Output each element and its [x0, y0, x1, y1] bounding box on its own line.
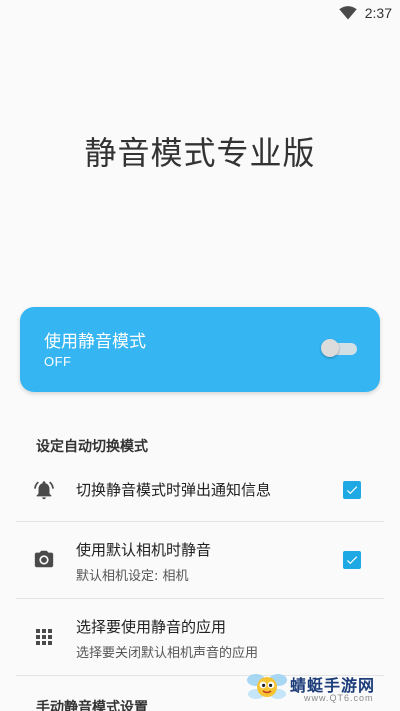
setting-title-camera: 使用默认相机时静音 — [76, 541, 212, 559]
camera-icon — [33, 548, 55, 570]
checkbox-notify[interactable] — [343, 481, 361, 499]
setting-title-notify: 切换静音模式时弹出通知信息 — [76, 481, 272, 499]
setting-title-apps: 选择要使用静音的应用 — [76, 618, 227, 636]
silent-mode-toggle-card[interactable]: 使用静音模式 OFF — [20, 307, 380, 392]
status-bar: 2:37 — [0, 0, 400, 26]
app-title: 静音模式专业版 — [84, 134, 316, 172]
status-time: 2:37 — [364, 5, 392, 21]
checkbox-camera[interactable] — [343, 551, 361, 569]
silent-mode-label: 使用静音模式 — [44, 332, 146, 352]
grid-apps-icon — [33, 626, 55, 648]
bell-icon — [33, 479, 55, 501]
section-header-manual: 手动静音模式设置 — [36, 700, 148, 711]
silent-mode-state: OFF — [44, 354, 72, 369]
wifi-icon — [339, 6, 357, 20]
switch-thumb — [321, 339, 339, 357]
silent-mode-switch[interactable] — [321, 339, 357, 357]
setting-subtitle-camera: 默认相机设定: 相机 — [76, 569, 189, 584]
setting-row-camera[interactable]: 使用默认相机时静音 默认相机设定: 相机 — [16, 522, 384, 598]
watermark: 蜻蜓手游网 www.QT6.com — [244, 668, 394, 708]
setting-row-notify[interactable]: 切换静音模式时弹出通知信息 — [16, 466, 384, 522]
watermark-url: www.QT6.com — [304, 693, 374, 703]
setting-subtitle-apps: 选择要关闭默认相机声音的应用 — [76, 646, 259, 661]
check-icon — [346, 486, 358, 495]
dragonfly-logo-icon — [246, 668, 290, 711]
screen: 2:37 静音模式专业版 使用静音模式 OFF 设定自动切换模式 切换静音模式时… — [0, 0, 400, 711]
section-header-auto-switch: 设定自动切换模式 — [36, 439, 148, 455]
setting-row-apps[interactable]: 选择要使用静音的应用 选择要关闭默认相机声音的应用 — [16, 599, 384, 675]
check-icon — [346, 556, 358, 565]
